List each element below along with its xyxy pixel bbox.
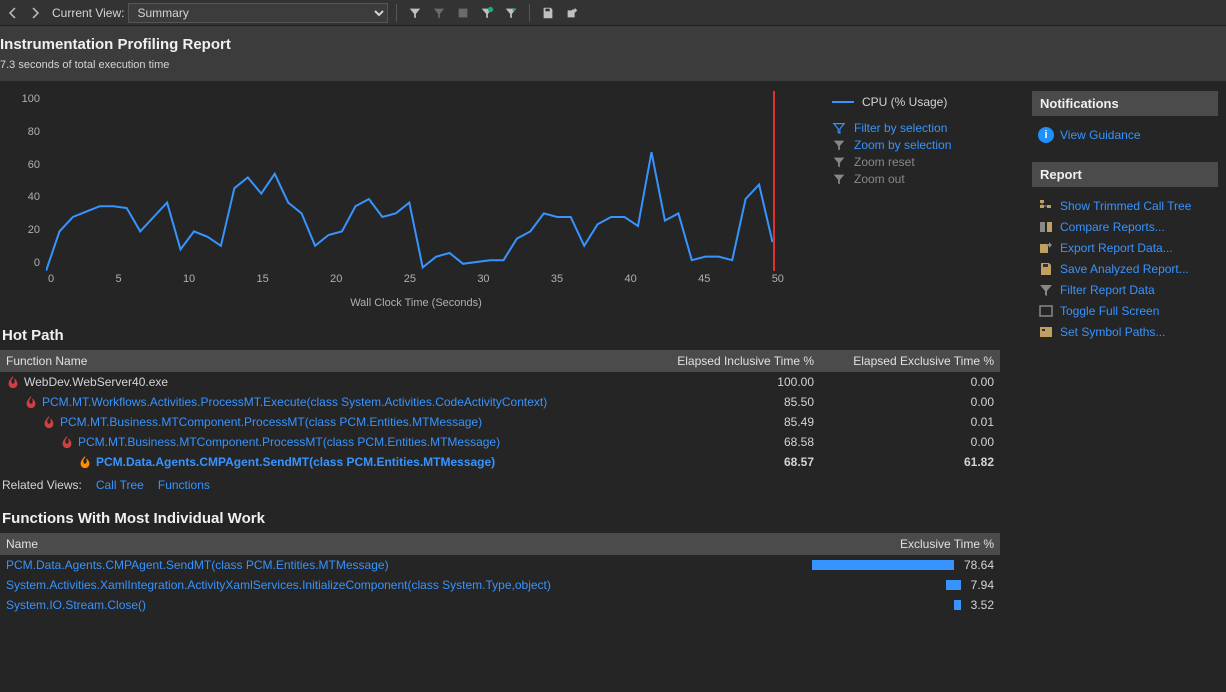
tree-icon bbox=[1038, 198, 1054, 214]
table-header: Function Name Elapsed Inclusive Time % E… bbox=[0, 350, 1000, 372]
link-functions[interactable]: Functions bbox=[158, 478, 210, 492]
table-row[interactable]: PCM.MT.Business.MTComponent.ProcessMT(cl… bbox=[0, 412, 1000, 432]
save-icon[interactable] bbox=[538, 3, 558, 23]
export-report-data[interactable]: Export Report Data... bbox=[1038, 240, 1218, 256]
compare-reports[interactable]: Compare Reports... bbox=[1038, 219, 1218, 235]
filter-run-icon[interactable] bbox=[501, 3, 521, 23]
col-inclusive-time[interactable]: Elapsed Inclusive Time % bbox=[634, 354, 814, 368]
exclusive-time: 0.00 bbox=[814, 395, 994, 409]
view-guidance-link[interactable]: i View Guidance bbox=[1038, 127, 1218, 143]
current-view-label: Current View: bbox=[52, 6, 124, 20]
report-panel-title: Report bbox=[1032, 162, 1218, 187]
table-row[interactable]: PCM.Data.Agents.CMPAgent.SendMT(class PC… bbox=[0, 452, 1000, 472]
zoom-by-selection[interactable]: Zoom by selection bbox=[832, 138, 951, 152]
filter-report-data[interactable]: Filter Report Data bbox=[1038, 282, 1218, 298]
chart-plot[interactable]: 05101520253035404550 bbox=[46, 91, 786, 291]
col-name[interactable]: Name bbox=[6, 537, 744, 551]
set-symbol-paths[interactable]: Set Symbol Paths... bbox=[1038, 324, 1218, 340]
table-row[interactable]: PCM.MT.Business.MTComponent.ProcessMT(cl… bbox=[0, 432, 1000, 452]
chart-x-axis: 05101520253035404550 bbox=[46, 273, 786, 285]
current-view-select[interactable]: Summary bbox=[128, 3, 388, 23]
chart-legend-item: CPU (% Usage) bbox=[832, 95, 951, 109]
inclusive-time: 68.57 bbox=[634, 455, 814, 469]
exclusive-pct: 3.52 bbox=[971, 598, 994, 612]
table-row[interactable]: System.Activities.XamlIntegration.Activi… bbox=[0, 575, 1000, 595]
table-header: Name Exclusive Time % bbox=[0, 533, 1000, 555]
functions-title: Functions With Most Individual Work bbox=[2, 510, 1022, 527]
toolbar: Current View: Summary bbox=[0, 0, 1226, 26]
legend-label: CPU (% Usage) bbox=[862, 95, 947, 109]
hot-path-table: Function Name Elapsed Inclusive Time % E… bbox=[0, 350, 1000, 472]
table-row[interactable]: System.IO.Stream.Close() 3.52 bbox=[0, 595, 1000, 615]
function-link[interactable]: PCM.MT.Business.MTComponent.ProcessMT(cl… bbox=[78, 435, 500, 449]
inclusive-time: 100.00 bbox=[634, 375, 814, 389]
exclusive-time: 61.82 bbox=[814, 455, 994, 469]
function-link[interactable]: System.IO.Stream.Close() bbox=[6, 598, 146, 612]
exclusive-pct: 78.64 bbox=[964, 558, 994, 572]
table-row[interactable]: WebDev.WebServer40.exe 100.000.00 bbox=[0, 372, 1000, 392]
exclusive-time: 0.01 bbox=[814, 415, 994, 429]
filter-add-icon[interactable] bbox=[477, 3, 497, 23]
exclusive-time: 0.00 bbox=[814, 435, 994, 449]
page-subtitle: 7.3 seconds of total execution time bbox=[0, 59, 1218, 71]
zoom-out: Zoom out bbox=[832, 172, 951, 186]
exclusive-pct: 7.94 bbox=[971, 578, 994, 592]
filter-remove-icon bbox=[429, 3, 449, 23]
col-function-name[interactable]: Function Name bbox=[6, 354, 634, 368]
hot-path-title: Hot Path bbox=[2, 327, 1022, 344]
zoom-reset: Zoom reset bbox=[832, 155, 951, 169]
function-link[interactable]: PCM.Data.Agents.CMPAgent.SendMT(class PC… bbox=[96, 455, 495, 469]
exclusive-time: 0.00 bbox=[814, 375, 994, 389]
report-header: Instrumentation Profiling Report 7.3 sec… bbox=[0, 26, 1226, 81]
save-analyzed-report[interactable]: Save Analyzed Report... bbox=[1038, 261, 1218, 277]
chart-x-label: Wall Clock Time (Seconds) bbox=[46, 297, 786, 309]
inclusive-time: 68.58 bbox=[634, 435, 814, 449]
table-row[interactable]: PCM.Data.Agents.CMPAgent.SendMT(class PC… bbox=[0, 555, 1000, 575]
cpu-chart: 100806040200 05101520253035404550 Wall C… bbox=[0, 91, 1022, 309]
related-views-label: Related Views: bbox=[2, 478, 82, 492]
toggle-full-screen[interactable]: Toggle Full Screen bbox=[1038, 303, 1218, 319]
col-exclusive-time[interactable]: Exclusive Time % bbox=[744, 537, 994, 551]
function-link[interactable]: System.Activities.XamlIntegration.Activi… bbox=[6, 578, 551, 592]
fullscreen-icon bbox=[1038, 303, 1054, 319]
save-icon bbox=[1038, 261, 1054, 277]
filter-icon bbox=[1038, 282, 1054, 298]
function-link[interactable]: PCM.Data.Agents.CMPAgent.SendMT(class PC… bbox=[6, 558, 389, 572]
legend-swatch bbox=[832, 101, 854, 103]
info-icon: i bbox=[1038, 127, 1054, 143]
inclusive-time: 85.49 bbox=[634, 415, 814, 429]
chart-cursor bbox=[773, 91, 775, 271]
filter-by-selection[interactable]: Filter by selection bbox=[832, 121, 951, 135]
compare-icon bbox=[1038, 219, 1054, 235]
inclusive-time: 85.50 bbox=[634, 395, 814, 409]
filter-stop-icon bbox=[453, 3, 473, 23]
symbol-icon bbox=[1038, 324, 1054, 340]
chart-y-axis: 100806040200 bbox=[0, 91, 46, 271]
separator bbox=[529, 4, 530, 22]
function-link[interactable]: PCM.MT.Workflows.Activities.ProcessMT.Ex… bbox=[42, 395, 547, 409]
export-icon[interactable] bbox=[562, 3, 582, 23]
notifications-panel-title: Notifications bbox=[1032, 91, 1218, 116]
export-icon bbox=[1038, 240, 1054, 256]
separator bbox=[396, 4, 397, 22]
functions-table: Name Exclusive Time % PCM.Data.Agents.CM… bbox=[0, 533, 1000, 615]
filter-icon[interactable] bbox=[405, 3, 425, 23]
page-title: Instrumentation Profiling Report bbox=[0, 36, 1218, 53]
function-link[interactable]: PCM.MT.Business.MTComponent.ProcessMT(cl… bbox=[60, 415, 482, 429]
back-button[interactable] bbox=[4, 4, 22, 22]
forward-button[interactable] bbox=[26, 4, 44, 22]
table-row[interactable]: PCM.MT.Workflows.Activities.ProcessMT.Ex… bbox=[0, 392, 1000, 412]
link-call-tree[interactable]: Call Tree bbox=[96, 478, 144, 492]
related-views: Related Views: Call Tree Functions bbox=[2, 478, 1022, 492]
col-exclusive-time[interactable]: Elapsed Exclusive Time % bbox=[814, 354, 994, 368]
function-name: WebDev.WebServer40.exe bbox=[24, 375, 168, 389]
show-trimmed-call-tree[interactable]: Show Trimmed Call Tree bbox=[1038, 198, 1218, 214]
